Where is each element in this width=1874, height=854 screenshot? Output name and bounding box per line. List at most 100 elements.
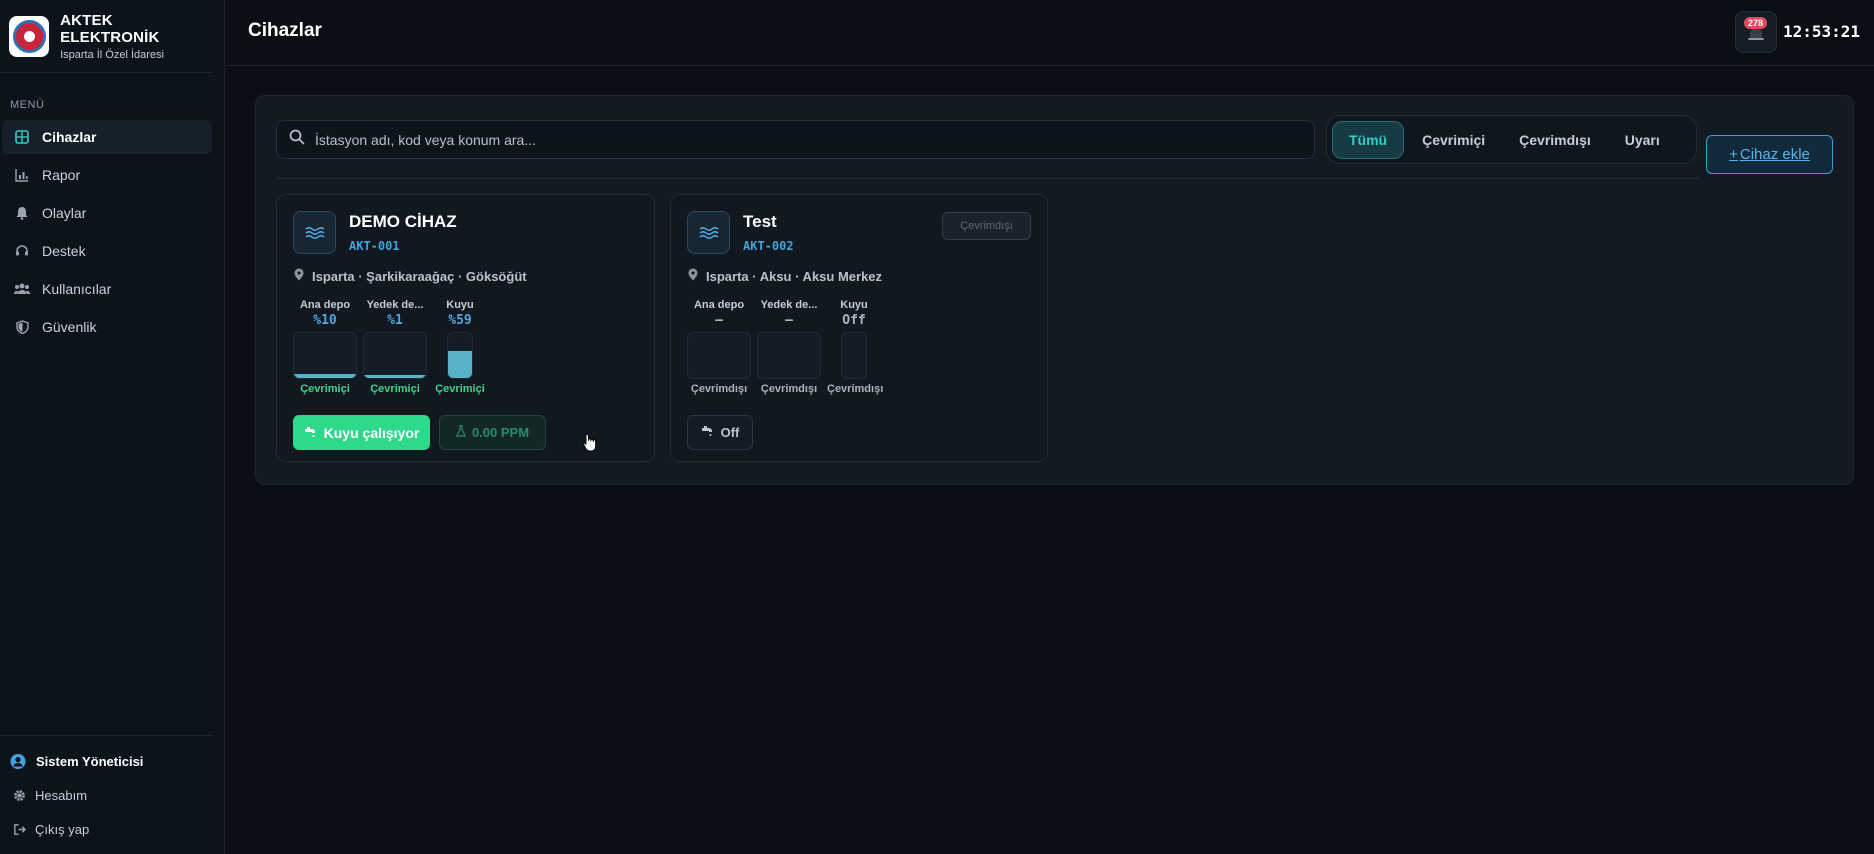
tank-status: Çevrimdışı: [760, 383, 818, 395]
location-text: Isparta · Aksu · Aksu Merkez: [706, 268, 883, 284]
sidebar-item-olaylar[interactable]: Olaylar: [2, 196, 212, 230]
water-icon: [687, 211, 730, 254]
tank-label: Ana depo: [693, 299, 745, 311]
ppm-reading-button[interactable]: 0.00 PPM: [439, 415, 546, 450]
headset-icon: [14, 243, 30, 259]
tank-label: Yedek de...: [760, 299, 818, 311]
search-icon: [289, 129, 305, 150]
tank-status: Çevrimdışı: [827, 383, 884, 395]
faucet-icon: [304, 425, 318, 441]
pump-status-button[interactable]: Kuyu çalışıyor: [293, 415, 430, 450]
sidebar-nav: Cihazlar Rapor Olaylar Destek Kullanıcıl…: [2, 120, 212, 348]
tank-yedek-depo[interactable]: Yedek de... %1 Çevrimiçi: [363, 299, 427, 395]
tank-ana-depo[interactable]: Ana depo — Çevrimdışı: [687, 299, 751, 395]
tank-kuyu[interactable]: Kuyu %59 Çevrimiçi: [433, 299, 487, 395]
tank-fill: [364, 375, 426, 378]
map-pin-icon: [688, 268, 698, 284]
tank-fill: [294, 373, 356, 378]
device-name: DEMO CİHAZ: [349, 212, 457, 231]
plus-icon: +: [1729, 146, 1738, 163]
tank-value: Off: [842, 313, 866, 328]
brand-title: AKTEK ELEKTRONİK: [60, 11, 160, 46]
sidebar-item-rapor[interactable]: Rapor: [2, 158, 212, 192]
add-device-button[interactable]: + Cihaz ekle: [1706, 135, 1833, 174]
filter-tab-uyari[interactable]: Uyarı: [1609, 121, 1676, 159]
tank-gauge: [447, 332, 473, 379]
sidebar-item-guvenlik[interactable]: Güvenlik: [2, 310, 212, 344]
tank-kuyu[interactable]: Kuyu Off Çevrimdışı: [827, 299, 884, 395]
brand-logo: [9, 15, 50, 57]
sidebar-item-label: Destek: [42, 243, 86, 259]
tank-value: %10: [313, 313, 337, 328]
tank-gauge: [363, 332, 427, 379]
sidebar-item-cihazlar[interactable]: Cihazlar: [2, 120, 212, 154]
sidebar-item-label: Rapor: [42, 167, 81, 183]
device-card[interactable]: DEMO CİHAZ AKT-001 Isparta · Şarkikaraağ…: [276, 194, 655, 462]
tank-label: Kuyu: [840, 299, 868, 311]
logout-link[interactable]: Çıkış yap: [0, 812, 225, 846]
tank-gauge: [687, 332, 751, 379]
pump-status-label: Off: [720, 425, 740, 440]
sidebar-item-label: Olaylar: [42, 205, 87, 221]
user-profile[interactable]: Sistem Yöneticisi: [0, 744, 225, 778]
sidebar-item-label: Güvenlik: [42, 319, 97, 335]
tank-ana-depo[interactable]: Ana depo %10 Çevrimiçi: [293, 299, 357, 395]
pump-off-button[interactable]: Off: [687, 415, 753, 450]
tank-gauge: [757, 332, 821, 379]
tank-gauge: [293, 332, 357, 379]
mouse-cursor: [583, 433, 597, 457]
add-device-label: Cihaz ekle: [1739, 146, 1810, 163]
chart-icon: [14, 167, 30, 183]
tank-value: %59: [448, 313, 472, 328]
tank-fill: [448, 351, 472, 378]
pump-status-label: Kuyu çalışıyor: [323, 424, 420, 441]
clock: 12:53:21: [1782, 22, 1860, 41]
tank-label: Ana depo: [299, 299, 351, 311]
device-location: Isparta · Şarkikaraağaç · Göksöğüt: [294, 268, 527, 284]
account-label: Hesabım: [35, 787, 88, 803]
tank-status: Çevrimiçi: [435, 383, 485, 395]
filter-tab-cevrimici[interactable]: Çevrimiçi: [1406, 121, 1501, 159]
sidebar-item-label: Kullanıcılar: [42, 281, 112, 297]
tank-label: Yedek de...: [366, 299, 424, 311]
search-input[interactable]: [315, 131, 1238, 148]
tank-value: %1: [387, 313, 403, 328]
tank-gauge: [841, 332, 867, 379]
menu-label: MENÜ: [10, 99, 45, 111]
logout-icon: [12, 821, 26, 837]
brand-subtitle: Isparta İl Özel İdaresi: [60, 48, 164, 61]
tank-status: Çevrimdışı: [690, 383, 748, 395]
filter-tab-cevrimdisi[interactable]: Çevrimdışı: [1503, 121, 1607, 159]
top-header: Cihazlar 278 12:53:21: [226, 0, 1874, 66]
brand[interactable]: AKTEK ELEKTRONİK Isparta İl Özel İdaresi: [0, 0, 213, 73]
tank-yedek-depo[interactable]: Yedek de... — Çevrimdışı: [757, 299, 821, 395]
sidebar-footer: Sistem Yöneticisi Hesabım Çıkış yap: [0, 735, 225, 854]
gear-icon: [12, 787, 26, 803]
tank-status: Çevrimiçi: [300, 383, 350, 395]
map-pin-icon: [294, 268, 304, 284]
alarm-icon: [1747, 27, 1765, 46]
water-icon: [293, 211, 336, 254]
search-box[interactable]: [276, 120, 1315, 159]
notification-badge: 278: [1744, 17, 1768, 29]
ppm-label: 0.00 PPM: [471, 425, 530, 440]
location-text: Isparta · Şarkikaraağaç · Göksöğüt: [312, 268, 527, 284]
account-link[interactable]: Hesabım: [0, 778, 225, 812]
device-code: AKT-002: [743, 239, 794, 253]
users-icon: [14, 281, 30, 297]
tank-label: Kuyu: [446, 299, 474, 311]
device-name: Test: [743, 212, 777, 231]
device-card[interactable]: Test AKT-002 Çevrimdışı Isparta · Aksu ·…: [670, 194, 1048, 462]
flask-icon: [455, 424, 467, 440]
device-location: Isparta · Aksu · Aksu Merkez: [688, 268, 882, 284]
sidebar-item-kullanicilar[interactable]: Kullanıcılar: [2, 272, 212, 306]
notification-button[interactable]: 278: [1735, 11, 1777, 53]
sidebar: AKTEK ELEKTRONİK Isparta İl Özel İdaresi…: [0, 0, 225, 854]
status-badge: Çevrimdışı: [942, 212, 1031, 240]
sidebar-item-destek[interactable]: Destek: [2, 234, 212, 268]
user-name: Sistem Yöneticisi: [36, 753, 144, 769]
sidebar-item-label: Cihazlar: [42, 129, 97, 145]
page-title: Cihazlar: [248, 20, 322, 41]
filter-tab-tumu[interactable]: Tümü: [1332, 120, 1405, 159]
tank-value: —: [785, 313, 793, 328]
